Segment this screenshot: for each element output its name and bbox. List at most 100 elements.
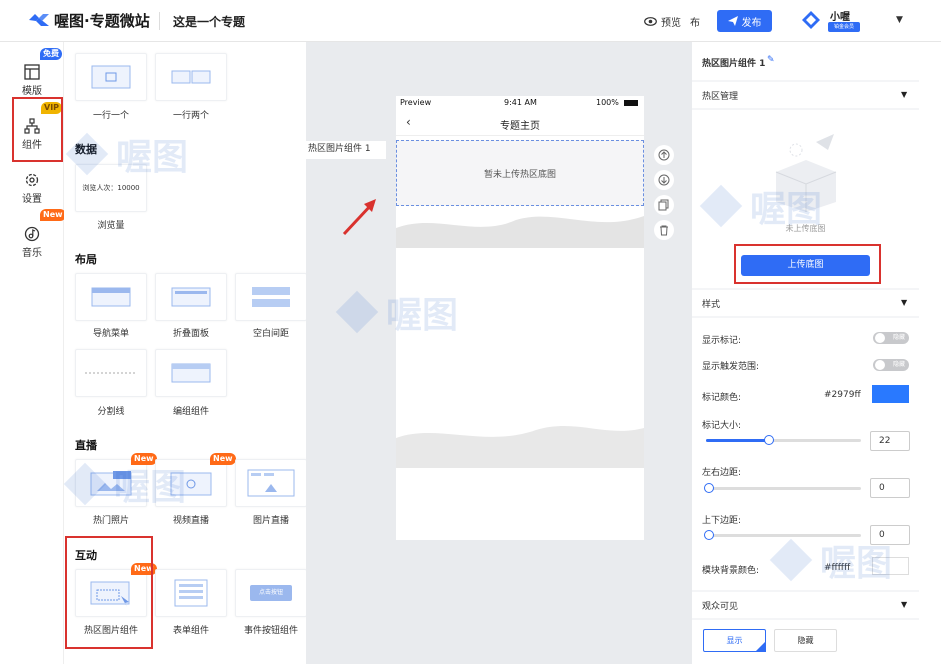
music-icon [24,226,40,242]
component-card-spacer[interactable] [235,273,307,321]
component-card-video-live[interactable] [155,459,227,507]
highlight-box-nav [12,97,63,162]
lr-margin-input[interactable]: 0 [870,478,910,498]
no-image-text: 未上传底图 [785,224,826,233]
bg-color-swatch[interactable] [872,557,909,575]
landscape-background [396,216,644,468]
publish-button[interactable]: 发布 [717,10,772,32]
component-label: 视频直播 [172,516,209,526]
component-label: 分割线 [97,407,125,417]
event-button-preview: 点击按钮 [250,585,292,601]
component-label: 编组组件 [172,407,209,417]
move-up-icon[interactable] [654,145,674,165]
video-live-icon [170,472,212,496]
show-trigger-toggle[interactable]: 隐藏 [873,359,909,371]
slider-handle[interactable] [704,530,714,540]
panel-title: 热区图片组件 1 [702,59,766,69]
new-badge: New [210,453,236,465]
tb-margin-slider[interactable] [704,530,861,540]
new-badge: New [131,453,157,465]
publish-hint: 布 [690,18,700,29]
eye-icon [644,17,657,26]
show-marker-toggle[interactable]: 隐藏 [873,332,909,344]
marker-color-value: #2979ff [824,390,861,400]
section-title-live: 直播 [75,439,97,452]
nav-item-template[interactable]: 模版 [12,64,52,97]
lr-margin-slider[interactable] [704,483,861,493]
style-row[interactable]: 样式 ▼ [692,290,919,316]
nav-label-settings: 设置 [22,194,42,205]
phone-nav-bar: ‹ 专题主页 [396,110,644,136]
edit-icon[interactable]: ✎ [767,55,775,65]
avatar-logo-icon [802,11,820,29]
hotzone-placeholder: 暂未上传热区底图 [483,169,556,180]
nav-item-music[interactable]: 音乐 [12,226,52,259]
brand-logo[interactable]: 喔图·专题微站 [28,9,150,31]
component-card-group[interactable] [155,349,227,397]
marker-color-swatch[interactable] [872,385,909,403]
hotzone-component[interactable]: 暂未上传热区底图 [396,140,644,206]
component-label: 表单组件 [172,626,209,636]
component-card-nav-menu[interactable] [75,273,147,321]
style-label: 样式 [702,300,721,310]
single-image-icon [91,65,131,89]
clock: 9:41 AM [504,98,537,107]
divider-icon [85,372,137,374]
show-trigger-label: 显示触发范围: [702,362,760,372]
double-image-icon [171,70,211,84]
hotzone-mgmt-row[interactable]: 热区管理 ▼ [692,82,919,108]
phone-status-bar: Preview 9:41 AM 100% [396,96,644,110]
section-title-data: 数据 [75,143,97,156]
component-card-collapse[interactable] [155,273,227,321]
form-icon [174,579,208,607]
panel-header: 热区图片组件 1 ✎ [692,42,919,80]
phone-preview: Preview 9:41 AM 100% ‹ 专题主页 暂未上传热区底图 [396,96,644,540]
component-label: 一行两个 [172,111,209,121]
bg-color-value: #ffffff [824,563,851,573]
highlight-box-upload [734,244,881,284]
tb-margin-label: 上下边距: [702,516,742,526]
component-card-views[interactable]: 浏览人次：10000 [75,164,147,212]
component-label: 一行一个 [92,111,129,121]
avatar[interactable] [800,9,822,31]
component-card-form[interactable] [155,569,227,617]
marker-size-slider[interactable] [706,435,861,445]
component-card-divider[interactable] [75,349,147,397]
copy-icon[interactable] [654,195,674,215]
slider-handle[interactable] [704,483,714,493]
scrollbar-track[interactable] [919,42,941,664]
component-label: 浏览量 [97,221,125,231]
delete-icon[interactable] [654,220,674,240]
carrier-label: Preview [400,98,432,107]
chevron-down-icon: ▼ [901,298,908,307]
member-badge: 铂金会员 [828,22,860,32]
component-label: 导航菜单 [92,329,129,339]
visibility-row[interactable]: 观众可见 ▼ [692,592,919,618]
publish-label: 发布 [741,17,762,29]
tb-margin-input[interactable]: 0 [870,525,910,545]
component-card-one-per-row[interactable] [75,53,147,101]
nav-item-settings[interactable]: 设置 [12,172,52,205]
hide-option-button[interactable]: 隐藏 [774,629,837,652]
battery-icon [624,100,638,106]
phone-page-title: 专题主页 [500,121,540,132]
arrow-annotation-icon [342,199,376,236]
page-title[interactable]: 这是一个专题 [173,13,245,30]
marker-color-label: 标记颜色: [702,393,742,403]
move-down-icon[interactable] [654,170,674,190]
collapse-panel-icon [171,287,211,307]
user-name[interactable]: 小喔 [830,8,850,23]
logo-icon [29,14,49,26]
component-card-image-live[interactable] [235,459,307,507]
component-card-event-button[interactable]: 点击按钮 [235,569,307,617]
preview-button[interactable]: 预览 [644,14,681,29]
component-side-tag[interactable]: 热区图片组件 1 [306,141,386,159]
user-dropdown-icon[interactable]: ▼ [896,15,903,25]
section-title-layout: 布局 [75,253,97,266]
component-label: 图片直播 [252,516,289,526]
marker-size-input[interactable]: 22 [870,431,910,451]
component-card-two-per-row[interactable] [155,53,227,101]
image-live-icon [247,469,295,497]
show-marker-label: 显示标记: [702,336,742,346]
slider-handle[interactable] [764,435,774,445]
